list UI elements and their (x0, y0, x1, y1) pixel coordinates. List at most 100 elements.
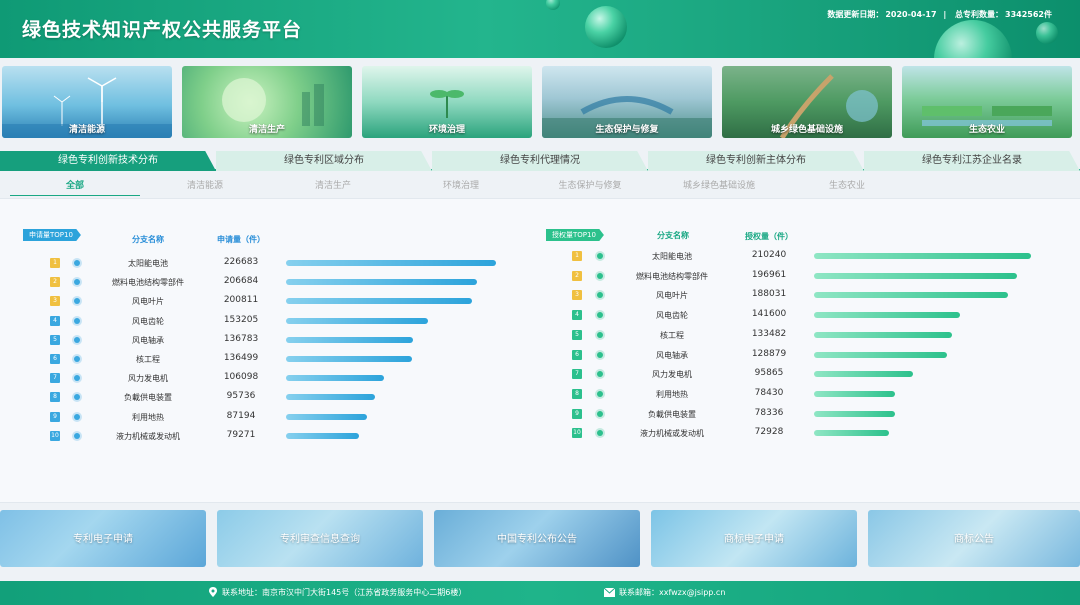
branch-name: 液力机械或发动机 (116, 431, 180, 441)
rank-number-10: 10 (50, 430, 60, 441)
rank-number-7: 7 (50, 373, 60, 384)
total-value: 3342562件 (1005, 10, 1052, 19)
bubble-decoration (1036, 22, 1058, 44)
row-dot (74, 356, 80, 362)
row-dot (597, 253, 603, 259)
category-card-clean-production[interactable]: 清洁生产 (182, 66, 352, 138)
row-dot (74, 336, 80, 343)
update-label: 数据更新日期： (827, 10, 884, 19)
location-icon (209, 587, 217, 597)
rank-number-10: 10 (572, 428, 582, 439)
branch-value: 200811 (223, 295, 259, 306)
row-dot (597, 371, 603, 378)
subtab-green-infra[interactable]: 城乡绿色基础设施 (654, 178, 784, 196)
value-bar (814, 292, 1008, 299)
subtab-clean-production[interactable]: 清洁生产 (268, 178, 398, 196)
branch-value: 226683 (223, 257, 259, 267)
subtab-clean-energy[interactable]: 清洁能源 (140, 178, 270, 196)
rank-number-2: 2 (572, 270, 582, 281)
category-cards: 清洁能源 清洁生产 环境治理 生态保护与修复 城乡绿色基础设施 生态农业 (0, 66, 1080, 140)
rank-number-4: 4 (572, 310, 582, 321)
branch-value: 136499 (223, 353, 259, 363)
tab-tech-distribution[interactable]: 绿色专利创新技术分布 (0, 151, 216, 171)
service-label: 专利电子申请 (73, 534, 133, 545)
rank-number-3: 3 (572, 290, 582, 301)
grant-value-header: 授权量（件） (745, 232, 793, 241)
branch-name: 燃料电池结构零部件 (112, 278, 184, 288)
subtab-environment[interactable]: 环境治理 (396, 178, 526, 196)
footer: 联系地址：南京市汉中门大街145号（江苏省政务服务中心二期6楼） 联系邮箱：xx… (0, 581, 1080, 605)
category-label: 生态农业 (968, 125, 1005, 135)
row-dot (597, 430, 603, 437)
value-bar (286, 394, 375, 401)
row-dot (597, 351, 603, 358)
service-patent-e-application[interactable]: 专利电子申请 (0, 510, 206, 567)
branch-name: 风电轴承 (656, 350, 688, 360)
branch-name: 风电叶片 (656, 291, 688, 301)
grant-name-header: 分支名称 (657, 231, 689, 240)
tab-jiangsu-companies[interactable]: 绿色专利江苏企业名录 (864, 151, 1080, 171)
rank-number-6: 6 (50, 354, 60, 364)
service-trademark-announcement[interactable]: 商标公告 (868, 510, 1080, 567)
update-date: 2020-04-17 (885, 10, 937, 19)
category-card-clean-energy[interactable]: 清洁能源 (2, 66, 172, 138)
service-label: 商标公告 (954, 534, 994, 545)
tab-region-distribution[interactable]: 绿色专利区域分布 (216, 151, 432, 171)
rank-number-7: 7 (572, 369, 582, 380)
value-bar (286, 413, 367, 420)
rank-number-1: 1 (50, 258, 60, 268)
row-dot (74, 279, 80, 286)
row-dot (74, 317, 80, 324)
rank-number-9: 9 (50, 411, 60, 422)
service-label: 专利审查信息查询 (280, 534, 360, 545)
row-dot (74, 375, 80, 382)
category-card-environment[interactable]: 环境治理 (362, 66, 532, 138)
value-bar (286, 375, 384, 382)
value-bar (814, 371, 913, 378)
branch-value: 136783 (223, 333, 259, 344)
value-bar (814, 331, 952, 338)
footer-address: 联系地址：南京市汉中门大街145号（江苏省政务服务中心二期6楼） (208, 587, 466, 598)
subtab-eco-protection[interactable]: 生态保护与修复 (525, 178, 655, 196)
subtab-eco-agriculture[interactable]: 生态农业 (782, 178, 912, 196)
branch-value: 79271 (226, 429, 256, 440)
branch-value: 78430 (754, 387, 784, 398)
service-links: 专利电子申请 专利审查信息查询 中国专利公布公告 商标电子申请 商标公告 (0, 510, 1080, 568)
row-dot (597, 272, 603, 279)
branch-name: 液力机械或发动机 (640, 429, 704, 439)
branch-name: 利用地热 (132, 412, 164, 422)
rank-number-5: 5 (572, 329, 582, 340)
branch-value: 210240 (751, 250, 787, 260)
subtab-all[interactable]: 全部 (10, 178, 140, 196)
service-patent-announcement[interactable]: 中国专利公布公告 (434, 510, 640, 567)
branch-value: 106098 (223, 372, 259, 383)
branch-name: 太阳能电池 (128, 259, 168, 268)
tab-innovator-distribution[interactable]: 绿色专利创新主体分布 (648, 151, 864, 171)
footer-address-text: 联系地址：南京市汉中门大街145号（江苏省政务服务中心二期6楼） (222, 588, 467, 597)
service-trademark-e-application[interactable]: 商标电子申请 (651, 510, 857, 567)
branch-name: 风电齿轮 (132, 316, 164, 326)
tab-agency[interactable]: 绿色专利代理情况 (432, 151, 648, 171)
branch-name: 负載供电装置 (648, 409, 696, 419)
row-dot (597, 312, 603, 319)
category-label: 城乡绿色基础设施 (770, 125, 843, 135)
value-bar (814, 272, 1017, 279)
footer-email: 联系邮箱：xxfwzx@jsipp.cn (603, 587, 725, 598)
branch-name: 核工程 (136, 355, 160, 364)
header: 绿色技术知识产权公共服务平台 数据更新日期： 2020-04-17 | 总专利数量… (0, 0, 1080, 58)
category-card-eco-agriculture[interactable]: 生态农业 (902, 66, 1072, 138)
value-bar (814, 351, 947, 358)
value-bar (814, 430, 889, 437)
rank-number-9: 9 (572, 408, 582, 419)
branch-value: 95865 (754, 368, 784, 379)
value-bar (286, 279, 477, 286)
bubble-decoration (546, 0, 560, 10)
service-patent-review-query[interactable]: 专利审查信息查询 (217, 510, 423, 567)
category-card-green-infra[interactable]: 城乡绿色基础设施 (722, 66, 892, 138)
value-bar (286, 260, 496, 266)
branch-value: 188031 (751, 289, 787, 300)
grant-top10-badge: 授权量TOP10 (546, 229, 604, 241)
category-card-eco-protection[interactable]: 生态保护与修复 (542, 66, 712, 138)
value-bar (286, 336, 413, 343)
category-label: 清洁生产 (248, 125, 285, 135)
